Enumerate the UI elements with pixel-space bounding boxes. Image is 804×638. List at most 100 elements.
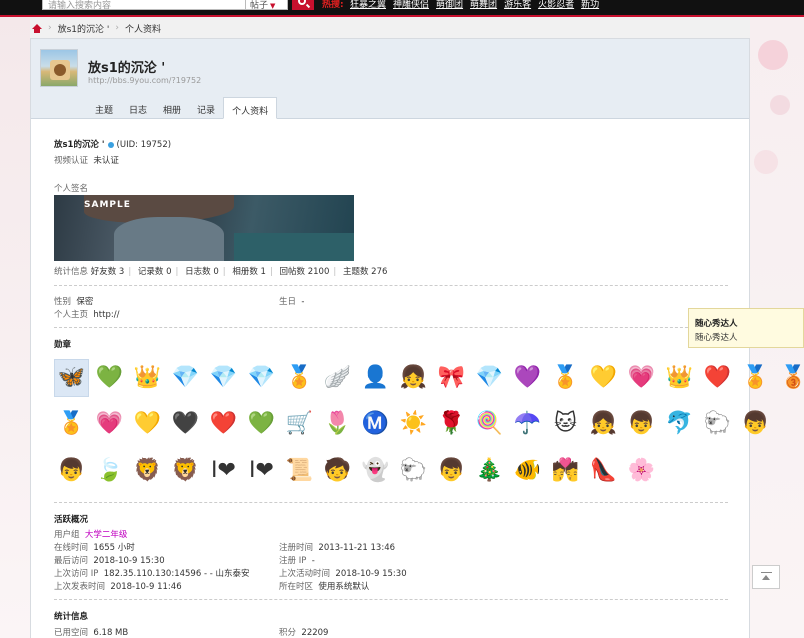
medal-icon[interactable]: 🐠: [510, 452, 545, 490]
medal-icon[interactable]: 📜: [282, 452, 317, 490]
statistics-title: 统计信息: [54, 612, 89, 622]
medal-icon[interactable]: 🌷: [320, 405, 355, 443]
medal-icon[interactable]: 🦋: [54, 359, 89, 397]
medal-icon[interactable]: 🪽: [320, 359, 355, 397]
stat-replies[interactable]: 回帖数 2100: [280, 267, 330, 277]
medal-icon[interactable]: 👦: [624, 405, 659, 443]
medal-icon[interactable]: ❤️: [700, 359, 735, 397]
stat-topics[interactable]: 主题数 276: [343, 267, 387, 277]
medal-icon[interactable]: 👦: [738, 405, 773, 443]
last-visit-line: 最后访问 2018-10-9 15:30: [54, 554, 165, 566]
breadcrumb: › 放s1的沉沦 ' › 个人资料: [30, 18, 750, 38]
medal-icon[interactable]: 🐑: [396, 452, 431, 490]
hot-link[interactable]: 狂暴之翼: [350, 0, 386, 10]
medal-icon[interactable]: I❤: [206, 452, 241, 490]
search-type-label: 帖子: [250, 1, 269, 11]
medal-icon[interactable]: 🏅: [548, 359, 583, 397]
online-time-label: 在线时间: [54, 543, 89, 553]
medal-icon[interactable]: 🏅: [54, 405, 89, 443]
search-type-select[interactable]: 帖子 ▼: [246, 0, 288, 11]
medal-icon[interactable]: 🍃: [92, 452, 127, 490]
medal-icon[interactable]: 🏅: [738, 359, 773, 397]
medal-icon[interactable]: ☂️: [510, 405, 545, 443]
info-name-line: 放s1的沉沦 ' (UID: 19752): [54, 138, 171, 150]
medal-icon[interactable]: 🐬: [662, 405, 697, 443]
tab-album[interactable]: 相册: [155, 97, 189, 119]
tab-blog[interactable]: 日志: [121, 97, 155, 119]
section-divider: [54, 285, 728, 286]
medal-icon[interactable]: 🦁: [130, 452, 165, 490]
medal-icon[interactable]: 🛒: [282, 405, 317, 443]
points-value: 22209: [301, 628, 329, 638]
medal-icon[interactable]: 💎: [244, 359, 279, 397]
last-ip-label: 上次访问 IP: [54, 569, 99, 579]
medal-icon[interactable]: 💗: [624, 359, 659, 397]
hot-link[interactable]: 萌御团: [436, 0, 463, 10]
stat-friends[interactable]: 好友数 3: [91, 267, 125, 277]
medal-icon[interactable]: 🦁: [168, 452, 203, 490]
medal-icon[interactable]: 👻: [358, 452, 393, 490]
medal-icon[interactable]: 💎: [472, 359, 507, 397]
medal-icon[interactable]: 🎀: [434, 359, 469, 397]
hot-link[interactable]: 新功: [581, 0, 599, 10]
hot-link[interactable]: 神雕侠侣: [393, 0, 429, 10]
medal-icon[interactable]: 💎: [168, 359, 203, 397]
tab-profile[interactable]: 个人资料: [223, 97, 278, 119]
hot-link[interactable]: 萌舞团: [470, 0, 497, 10]
medal-icon[interactable]: 🐱: [548, 405, 583, 443]
stat-albums[interactable]: 相册数 1: [232, 267, 266, 277]
profile-url[interactable]: http://bbs.9you.com/?19752: [88, 76, 201, 85]
medal-icon[interactable]: 💎: [206, 359, 241, 397]
medal-icon[interactable]: 👠: [586, 452, 621, 490]
home-icon[interactable]: [32, 23, 42, 33]
medal-icon[interactable]: 👑: [130, 359, 165, 397]
avatar[interactable]: [40, 49, 78, 87]
medal-icon[interactable]: 🖤: [168, 405, 203, 443]
usergroup-value[interactable]: 大学二年级: [85, 530, 128, 540]
medal-icon[interactable]: 💜: [510, 359, 545, 397]
medal-icon[interactable]: ❤️: [206, 405, 241, 443]
tab-records[interactable]: 记录: [189, 97, 223, 119]
medal-icon[interactable]: 💛: [586, 359, 621, 397]
info-uid: (UID: 19752): [116, 140, 172, 150]
medal-icon[interactable]: 🏅: [282, 359, 317, 397]
medal-icon[interactable]: 👑: [662, 359, 697, 397]
medal-icon[interactable]: 🌹: [434, 405, 469, 443]
points-label: 积分: [279, 628, 297, 638]
medal-icon[interactable]: 👧: [396, 359, 431, 397]
breadcrumb-user[interactable]: 放s1的沉沦 ': [58, 22, 110, 35]
medal-icon[interactable]: 🐑: [700, 405, 735, 443]
medal-icon[interactable]: 💏: [548, 452, 583, 490]
medal-icon[interactable]: 💗: [92, 405, 127, 443]
search-input[interactable]: 请输入搜索内容: [42, 0, 246, 11]
medal-icon[interactable]: 💛: [130, 405, 165, 443]
medal-icon[interactable]: 👧: [586, 405, 621, 443]
medal-icon[interactable]: I❤: [244, 452, 279, 490]
medal-icon[interactable]: ☀️: [396, 405, 431, 443]
reg-ip-value: -: [311, 556, 315, 566]
back-to-top-button[interactable]: [752, 565, 780, 589]
hot-link[interactable]: 火影忍者: [538, 0, 574, 10]
medal-icon[interactable]: 💚: [92, 359, 127, 397]
medal-icon[interactable]: 🍭: [472, 405, 507, 443]
stat-records[interactable]: 记录数 0: [138, 267, 172, 277]
hot-search-links: 狂暴之翼 神雕侠侣 萌御团 萌舞团 游乐客 火影忍者 新功: [350, 0, 599, 10]
tab-topics[interactable]: 主题: [87, 97, 121, 119]
medal-icon[interactable]: 🎄: [472, 452, 507, 490]
medal-icon[interactable]: 💚: [244, 405, 279, 443]
medal-icon[interactable]: 🥉: [776, 359, 804, 397]
breadcrumb-current: 个人资料: [124, 24, 161, 35]
medal-icon[interactable]: Ⓜ️: [358, 405, 393, 443]
homepage-value[interactable]: http://: [93, 310, 119, 320]
medal-icon[interactable]: 👦: [434, 452, 469, 490]
space-line: 已用空间 6.18 MB: [54, 626, 128, 638]
stat-blogs[interactable]: 日志数 0: [185, 267, 219, 277]
medal-icon[interactable]: 🧒: [320, 452, 355, 490]
medal-icon[interactable]: 🌸: [624, 452, 659, 490]
hot-link[interactable]: 游乐客: [504, 0, 531, 10]
medal-icon[interactable]: 👦: [54, 452, 89, 490]
medal-row: 👦 🍃 🦁 🦁 I❤ I❤ 📜 🧒 👻 🐑 👦 🎄 🐠 💏 👠 🌸: [54, 452, 659, 490]
medal-icon[interactable]: 👤: [358, 359, 393, 397]
search-button[interactable]: [292, 0, 314, 10]
section-divider: [54, 599, 728, 600]
